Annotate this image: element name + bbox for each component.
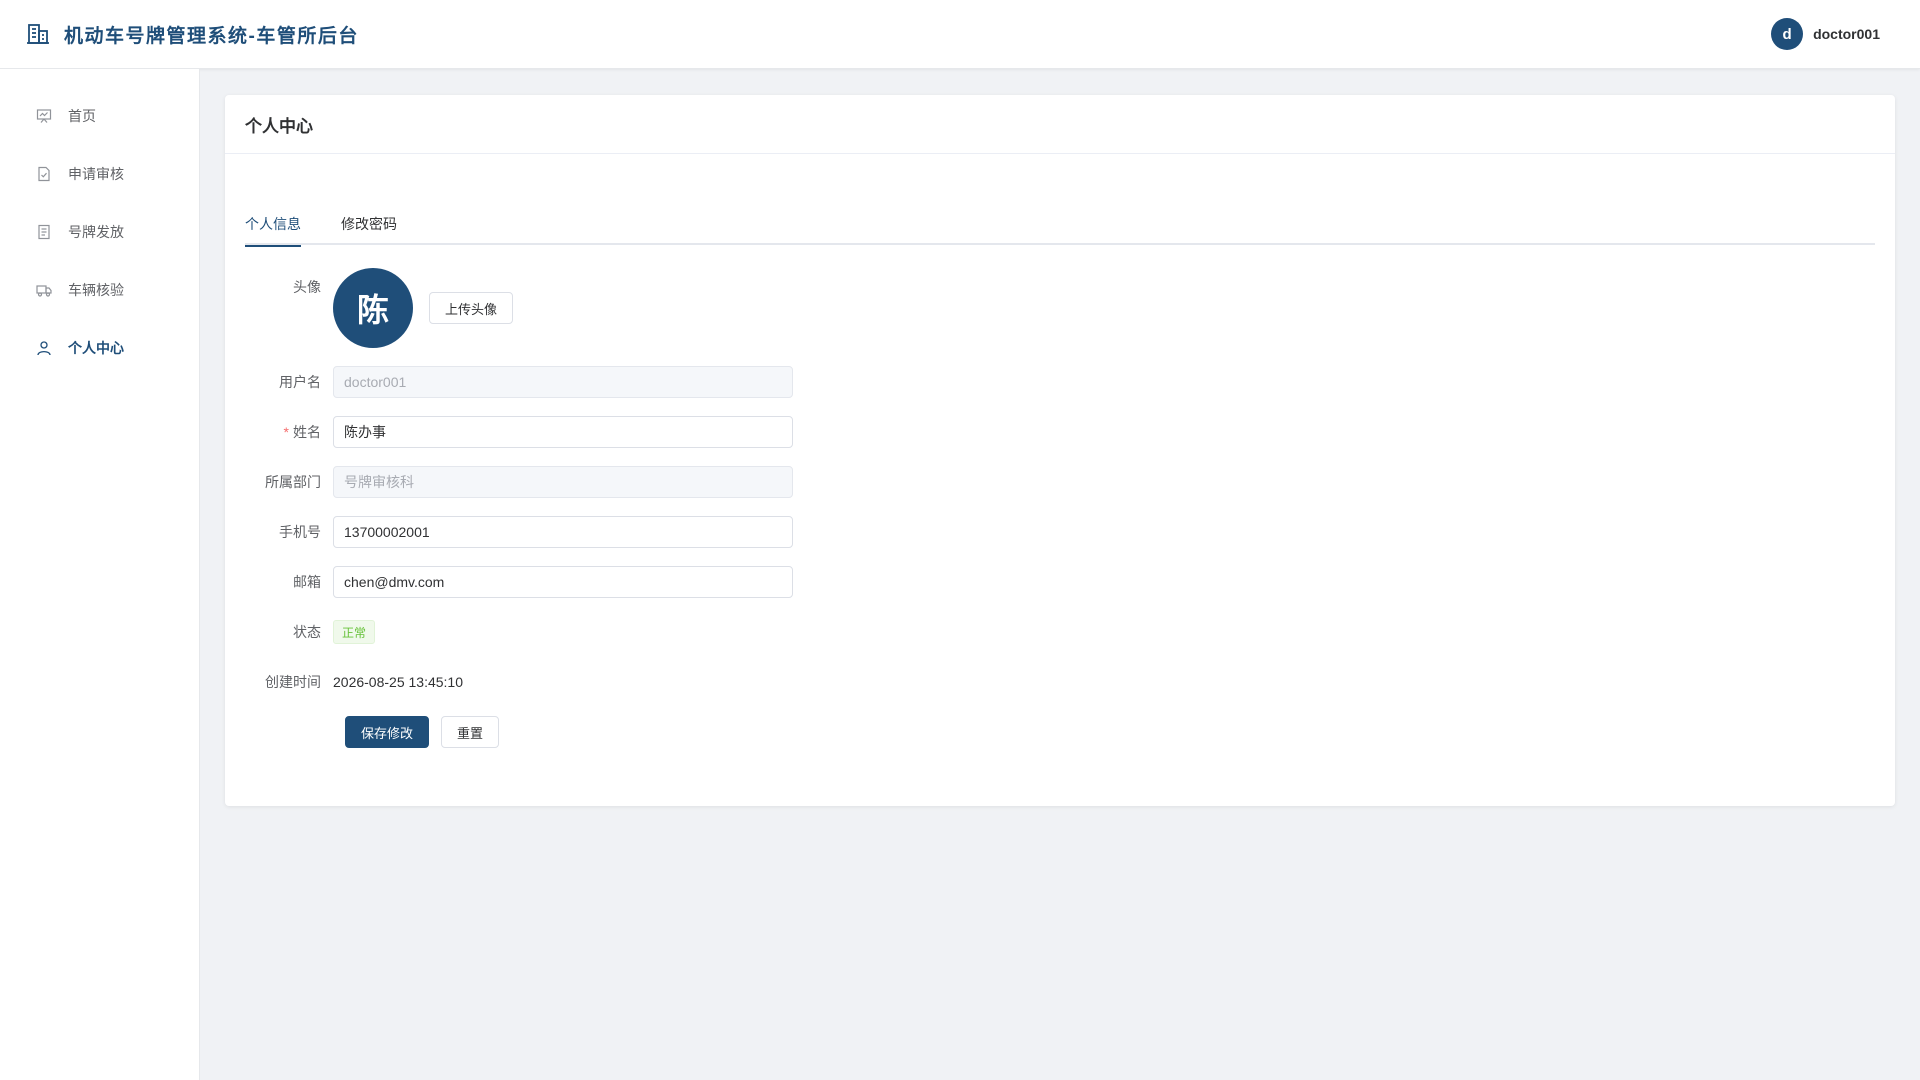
top-header: 机动车号牌管理系统-车管所后台 d doctor001 bbox=[0, 0, 1920, 69]
user-menu[interactable]: d doctor001 bbox=[1771, 18, 1880, 50]
document-check-icon bbox=[38, 166, 50, 182]
avatar-group: 陈 上传头像 bbox=[333, 268, 514, 348]
name-label: * 姓名 bbox=[283, 424, 321, 440]
profile-avatar: 陈 bbox=[333, 268, 413, 348]
phone-field[interactable] bbox=[333, 516, 793, 548]
created-value: 2026-08-25 13:45:10 bbox=[333, 674, 463, 690]
page-title: 个人中心 bbox=[225, 95, 1895, 154]
truck-icon bbox=[36, 285, 52, 297]
sidebar-item-issue[interactable]: 号牌发放 bbox=[0, 203, 199, 261]
sidebar-item-profile[interactable]: 个人中心 bbox=[0, 319, 199, 377]
username-row: 用户名 bbox=[225, 366, 793, 398]
sidebar: 首页 申请审核 号牌发放 车辆核验 个人中心 bbox=[0, 69, 200, 1080]
department-field bbox=[333, 466, 793, 498]
status-row: 状态 正常 bbox=[225, 616, 376, 648]
sidebar-item-label: 申请审核 bbox=[68, 166, 124, 182]
name-field[interactable] bbox=[333, 416, 793, 448]
avatar[interactable]: d bbox=[1771, 18, 1804, 50]
sidebar-item-verify[interactable]: 车辆核验 bbox=[0, 261, 199, 319]
brand: 机动车号牌管理系统-车管所后台 bbox=[26, 21, 359, 48]
user-icon bbox=[37, 341, 51, 356]
sidebar-item-label: 号牌发放 bbox=[68, 224, 124, 240]
name-row: * 姓名 bbox=[225, 416, 793, 448]
profile-tabs: 个人信息 修改密码 bbox=[245, 203, 1875, 247]
upload-avatar-button[interactable]: 上传头像 bbox=[429, 292, 514, 324]
building-icon bbox=[27, 24, 49, 44]
tab-personal-info[interactable]: 个人信息 bbox=[245, 203, 301, 247]
sidebar-item-label: 首页 bbox=[68, 108, 96, 124]
avatar-row: 头像 陈 上传头像 bbox=[225, 268, 514, 348]
phone-label: 手机号 bbox=[279, 524, 321, 540]
sidebar-item-label: 车辆核验 bbox=[68, 282, 124, 298]
avatar-label: 头像 bbox=[293, 279, 321, 295]
reset-button[interactable]: 重置 bbox=[441, 716, 500, 748]
email-row: 邮箱 bbox=[225, 566, 793, 598]
sidebar-item-review[interactable]: 申请审核 bbox=[0, 145, 199, 203]
status-label: 状态 bbox=[293, 624, 321, 640]
app-title: 机动车号牌管理系统-车管所后台 bbox=[64, 25, 359, 47]
document-list-icon bbox=[38, 224, 50, 240]
username-label: 用户名 bbox=[279, 374, 321, 390]
status-badge: 正常 bbox=[333, 620, 376, 644]
save-button[interactable]: 保存修改 bbox=[345, 716, 430, 748]
form-actions: 保存修改 重置 bbox=[345, 716, 500, 748]
username-label[interactable]: doctor001 bbox=[1813, 26, 1880, 42]
sidebar-item-label: 个人中心 bbox=[68, 340, 124, 356]
dashboard-icon bbox=[36, 109, 52, 123]
email-field[interactable] bbox=[333, 566, 793, 598]
username-field bbox=[333, 366, 793, 398]
required-mark: * bbox=[283, 424, 289, 440]
phone-row: 手机号 bbox=[225, 516, 793, 548]
sidebar-item-home[interactable]: 首页 bbox=[0, 87, 199, 145]
department-row: 所属部门 bbox=[225, 466, 793, 498]
created-row: 创建时间 2026-08-25 13:45:10 bbox=[225, 666, 463, 698]
tab-change-password[interactable]: 修改密码 bbox=[341, 203, 397, 245]
department-label: 所属部门 bbox=[265, 474, 321, 490]
profile-card: 个人中心 个人信息 修改密码 头像 陈 上传头像 用户名 *姓名 所属部门 手机… bbox=[225, 95, 1895, 806]
created-label: 创建时间 bbox=[265, 674, 321, 690]
email-label: 邮箱 bbox=[293, 574, 321, 590]
